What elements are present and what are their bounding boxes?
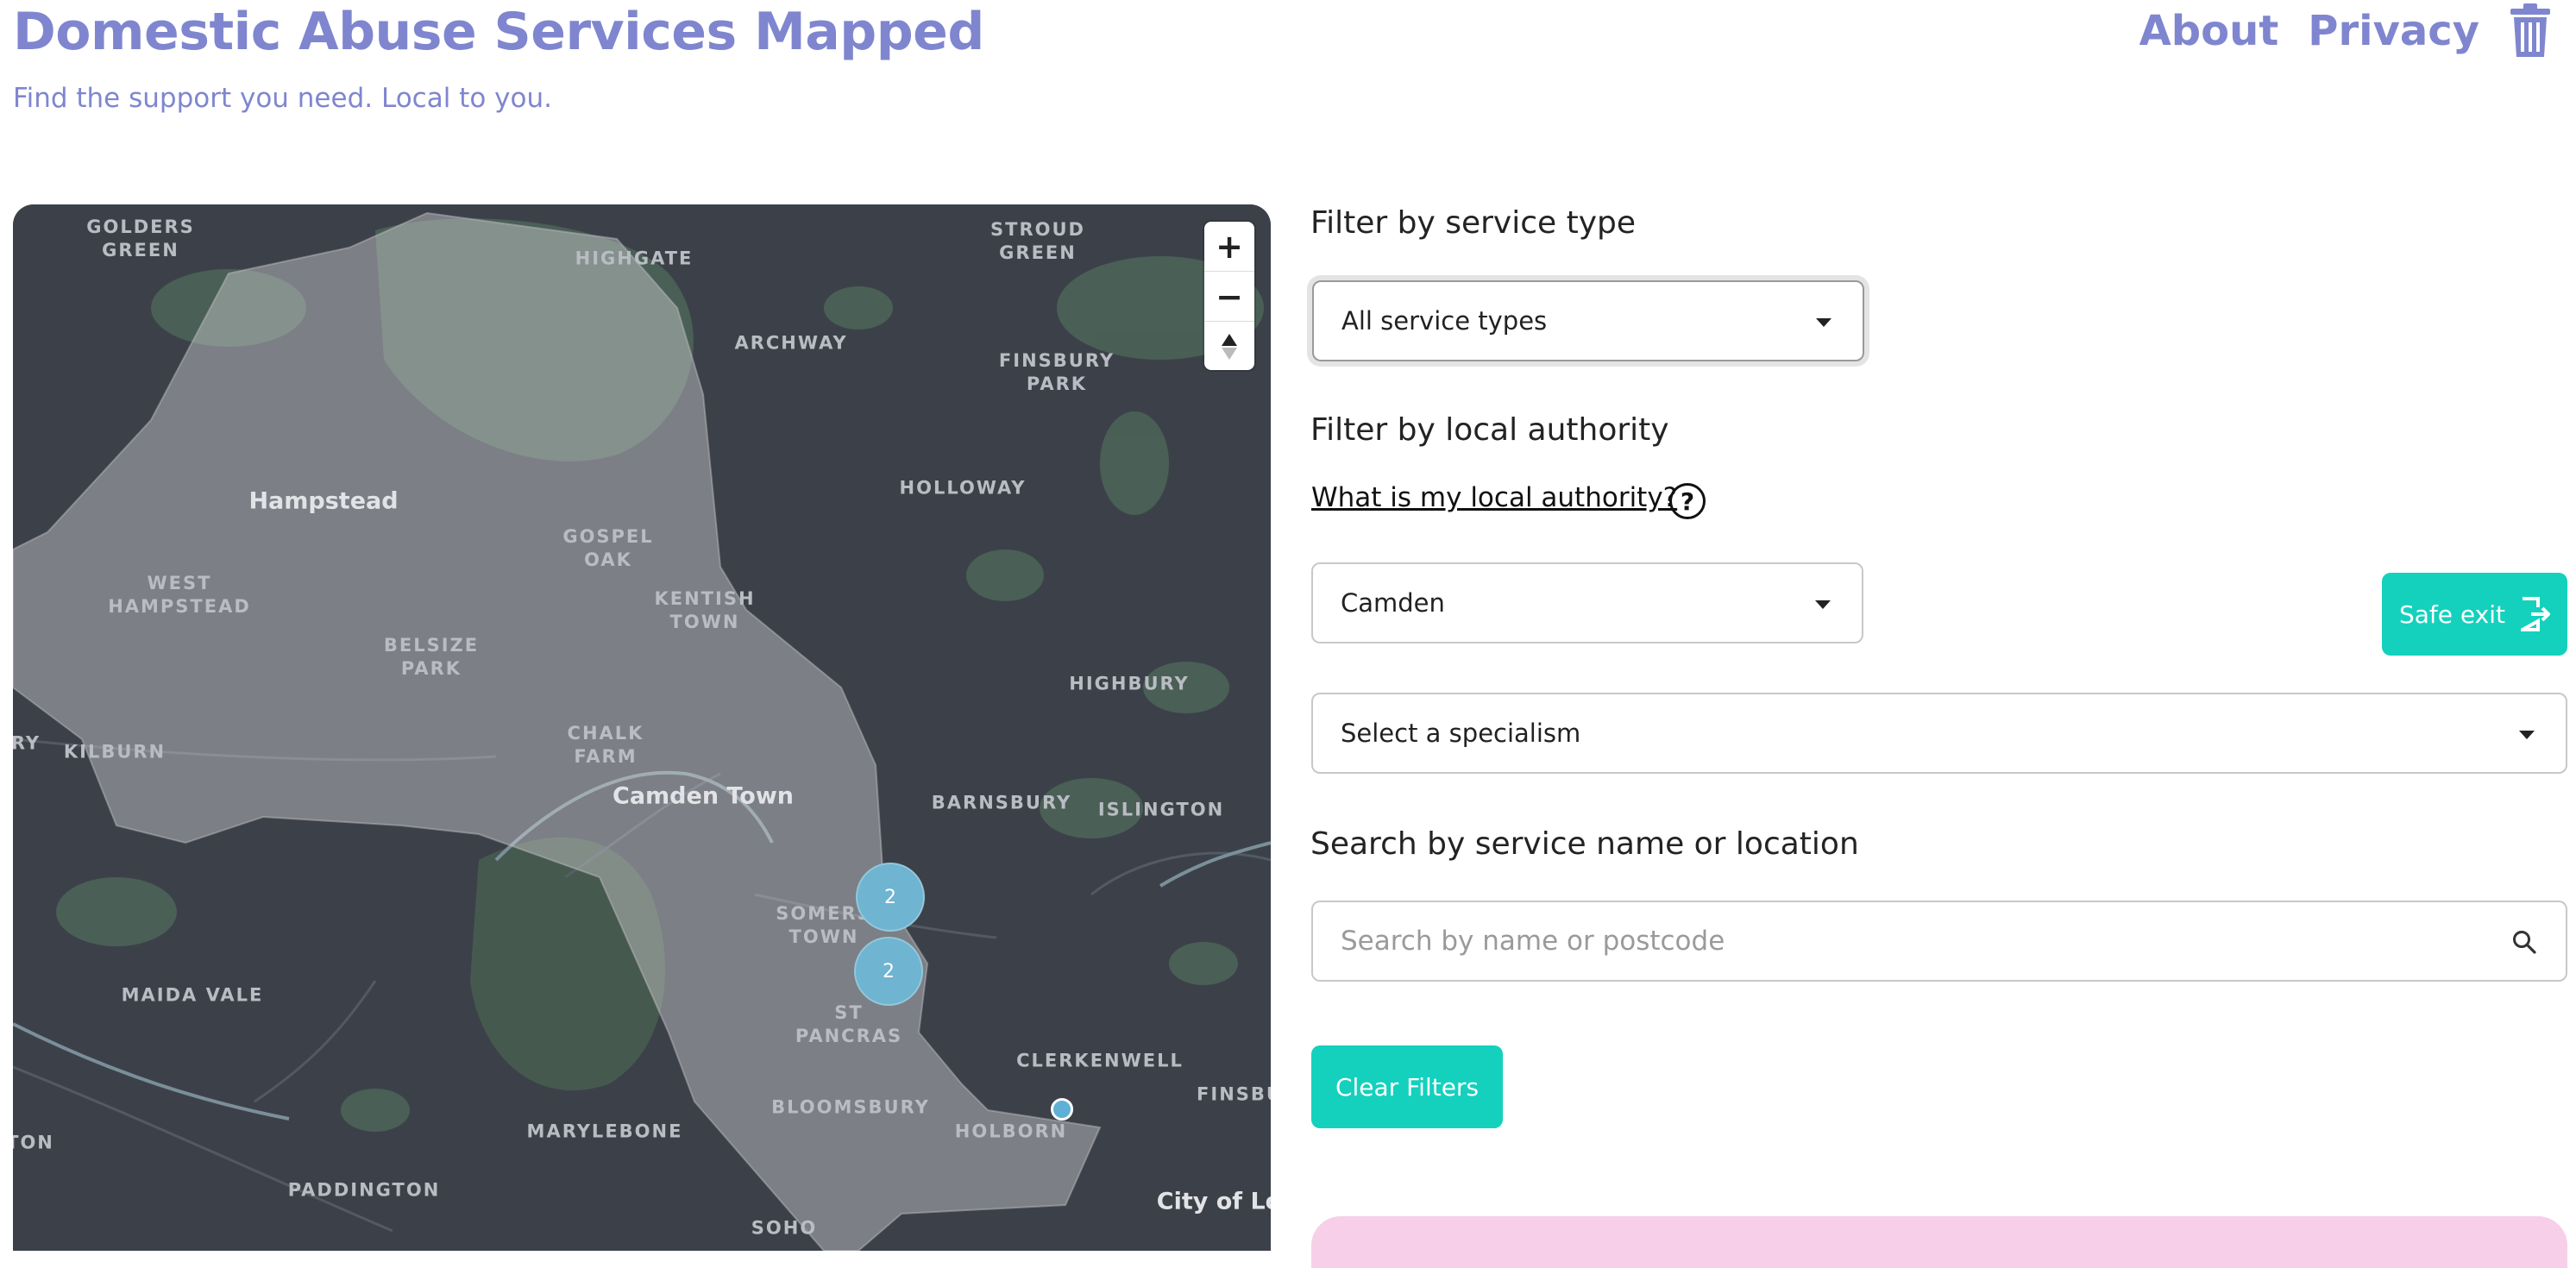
service-type-value: All service types bbox=[1341, 306, 1548, 336]
map-label-hampstead: Hampstead bbox=[248, 487, 399, 515]
map-label-marylebone: MARYLEBONE bbox=[526, 1120, 683, 1142]
services-map[interactable]: GOLDERS GREEN HIGHGATE STROUD GREEN ARCH… bbox=[13, 204, 1271, 1251]
map-label-west-hampstead: WEST HAMPSTEAD bbox=[108, 573, 251, 617]
local-authority-value: Camden bbox=[1341, 588, 1445, 618]
map-label-finsbu: FINSBU bbox=[1197, 1083, 1271, 1105]
chevron-down-icon bbox=[1815, 600, 1831, 609]
map-label-bloomsbury: BLOOMSBURY bbox=[771, 1096, 930, 1118]
safe-exit-label: Safe exit bbox=[2399, 599, 2505, 629]
map-cluster-marker[interactable]: 2 bbox=[854, 937, 923, 1006]
map-label-barnsbury: BARNSBURY bbox=[931, 792, 1072, 813]
map-cluster-marker[interactable]: 2 bbox=[856, 863, 925, 932]
site-title: Domestic Abuse Services Mapped bbox=[13, 2, 984, 62]
safe-exit-button[interactable]: Safe exit bbox=[2382, 573, 2567, 656]
map-label-highgate: HIGHGATE bbox=[575, 248, 694, 269]
local-authority-heading: Filter by local authority bbox=[1310, 412, 1669, 448]
map-label-st-pancras: ST PANCRAS bbox=[795, 1002, 903, 1046]
trash-icon[interactable] bbox=[2509, 3, 2552, 59]
map-label-islington: ISLINGTON bbox=[1097, 799, 1225, 820]
local-authority-help-link[interactable]: What is my local authority? bbox=[1311, 482, 1677, 513]
zoom-out-button[interactable]: − bbox=[1204, 272, 1254, 322]
search-input[interactable] bbox=[1311, 901, 2567, 982]
map-label-ry: RY bbox=[13, 732, 41, 754]
map-label-kentish-town: KENTISH TOWN bbox=[654, 588, 756, 632]
map-label-ton: TON bbox=[13, 1132, 54, 1153]
site-tagline: Find the support you need. Local to you. bbox=[13, 83, 552, 114]
map-label-chalk-farm: CHALK FARM bbox=[567, 723, 644, 767]
search-heading: Search by service name or location bbox=[1310, 826, 1859, 862]
map-label-golders-green: GOLDERS GREEN bbox=[86, 217, 195, 261]
search-icon[interactable] bbox=[2511, 929, 2537, 955]
clear-filters-button[interactable]: Clear Filters bbox=[1311, 1045, 1503, 1128]
help-icon[interactable]: ? bbox=[1669, 483, 1706, 519]
top-nav: About Privacy bbox=[2139, 3, 2552, 59]
exit-door-icon bbox=[2520, 597, 2550, 631]
results-card bbox=[1311, 1216, 2567, 1268]
map-label-holborn: HOLBORN bbox=[954, 1120, 1068, 1142]
map-label-paddington: PADDINGTON bbox=[287, 1179, 441, 1201]
service-type-heading: Filter by service type bbox=[1310, 205, 1637, 241]
map-label-gospel-oak: GOSPEL OAK bbox=[562, 526, 654, 570]
map-zoom-controls: + − bbox=[1204, 222, 1254, 370]
map-label-stroud-green: STROUD GREEN bbox=[990, 219, 1085, 263]
map-label-finsbury-park: FINSBURY PARK bbox=[998, 350, 1115, 394]
local-authority-select[interactable]: Camden bbox=[1311, 562, 1863, 643]
map-label-city-of-london: City of Lo bbox=[1156, 1188, 1271, 1215]
compass-icon bbox=[1222, 333, 1237, 360]
compass-reset-button[interactable] bbox=[1204, 322, 1254, 370]
chevron-down-icon bbox=[1816, 318, 1831, 327]
chevron-down-icon bbox=[2519, 731, 2535, 739]
map-service-marker[interactable] bbox=[1051, 1098, 1073, 1120]
map-label-maida-vale: MAIDA VALE bbox=[121, 984, 264, 1006]
specialism-select[interactable]: Select a specialism bbox=[1311, 693, 2567, 774]
map-label-archway: ARCHWAY bbox=[734, 332, 848, 354]
nav-about-link[interactable]: About bbox=[2139, 7, 2279, 55]
zoom-in-button[interactable]: + bbox=[1204, 222, 1254, 272]
map-label-camden-town: Camden Town bbox=[613, 782, 794, 810]
map-label-highbury: HIGHBURY bbox=[1069, 673, 1190, 694]
map-label-kilburn: KILBURN bbox=[63, 741, 166, 763]
map-label-soho: SOHO bbox=[751, 1217, 818, 1239]
service-type-select[interactable]: All service types bbox=[1312, 280, 1864, 361]
specialism-value: Select a specialism bbox=[1341, 719, 1581, 748]
map-label-clerkenwell: CLERKENWELL bbox=[1016, 1050, 1184, 1071]
map-label-belsize-park: BELSIZE PARK bbox=[383, 635, 480, 679]
nav-privacy-link[interactable]: Privacy bbox=[2308, 7, 2479, 55]
map-label-holloway: HOLLOWAY bbox=[899, 477, 1027, 499]
